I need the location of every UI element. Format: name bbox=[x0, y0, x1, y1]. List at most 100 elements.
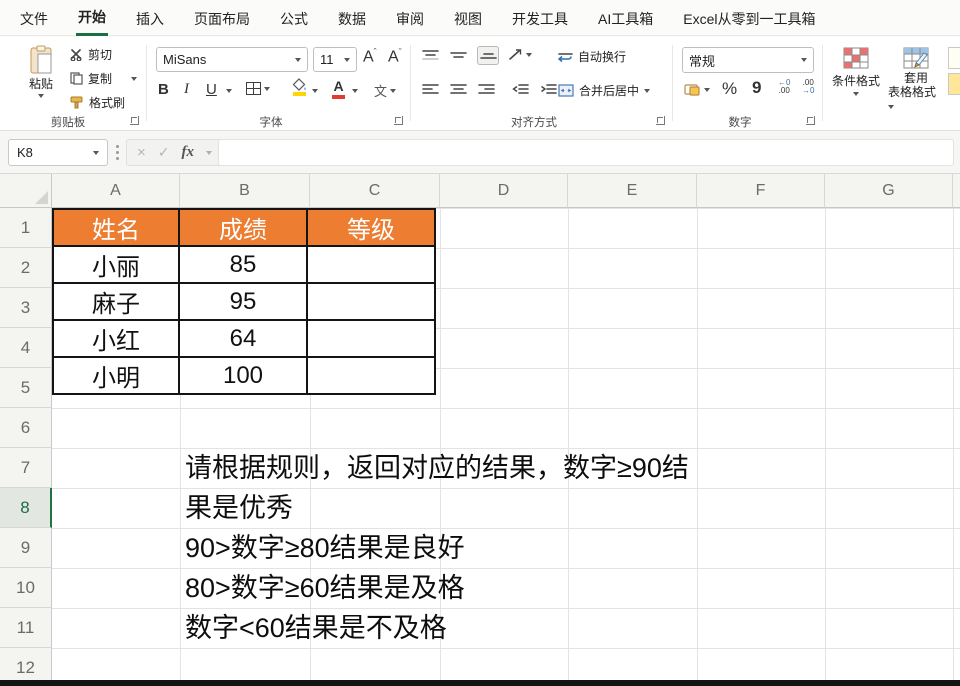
chevron-down-icon bbox=[206, 150, 212, 155]
accounting-format-button[interactable] bbox=[684, 83, 710, 96]
row-header-4[interactable]: 4 bbox=[0, 328, 52, 368]
cell-a4[interactable]: 小红 bbox=[52, 319, 180, 358]
increase-indent-button[interactable] bbox=[540, 83, 557, 95]
menu-tab-developer[interactable]: 开发工具 bbox=[510, 1, 570, 35]
format-painter-button[interactable]: 格式刷 bbox=[70, 94, 125, 111]
row-header-9[interactable]: 9 bbox=[0, 528, 52, 568]
font-size-select[interactable]: 11 bbox=[313, 47, 357, 72]
menu-tab-excel-toolbox[interactable]: Excel从零到一工具箱 bbox=[681, 1, 817, 35]
select-all-corner[interactable] bbox=[0, 174, 52, 208]
paste-button[interactable]: 粘贴 bbox=[18, 45, 64, 98]
borders-button[interactable] bbox=[246, 82, 270, 95]
cell-c3[interactable] bbox=[306, 282, 436, 321]
row-header-1[interactable]: 1 bbox=[0, 208, 52, 248]
font-name-select[interactable]: MiSans bbox=[156, 47, 308, 72]
row-header-11[interactable]: 11 bbox=[0, 608, 52, 648]
shrink-font-button[interactable]: Aˇ bbox=[388, 47, 402, 66]
cell-c1[interactable]: 等级 bbox=[306, 208, 436, 247]
cell-styles-gallery-partial[interactable] bbox=[948, 47, 960, 95]
column-header-c[interactable]: C bbox=[310, 174, 440, 208]
cell-a1[interactable]: 姓名 bbox=[52, 208, 180, 247]
wrap-text-button[interactable]: 自动换行 bbox=[558, 48, 626, 65]
row-header-5[interactable]: 5 bbox=[0, 368, 52, 408]
valign-middle-button[interactable] bbox=[450, 49, 467, 61]
italic-button[interactable]: I bbox=[184, 81, 189, 98]
menu-tab-home[interactable]: 开始 bbox=[76, 0, 108, 36]
underline-button[interactable]: U bbox=[206, 81, 217, 98]
formula-cancel-button[interactable]: × bbox=[137, 144, 146, 161]
menu-tab-insert[interactable]: 插入 bbox=[134, 1, 166, 35]
fill-color-swatch bbox=[293, 92, 306, 96]
row-header-6[interactable]: 6 bbox=[0, 408, 52, 448]
font-dialog-launcher-icon[interactable] bbox=[394, 116, 403, 125]
note-line: 请根据规则，返回对应的结果，数字≥90结 bbox=[185, 453, 689, 483]
format-as-table-button[interactable]: 套用 表格格式 bbox=[888, 47, 944, 113]
cell-b4[interactable]: 64 bbox=[178, 319, 308, 358]
cell-b5[interactable]: 100 bbox=[178, 356, 308, 395]
insert-function-button[interactable]: fx bbox=[182, 144, 195, 161]
note-line: 90>数字≥80结果是良好 bbox=[185, 533, 465, 563]
cell-b3[interactable]: 95 bbox=[178, 282, 308, 321]
increase-decimal-button[interactable]: ←0 .00 bbox=[778, 79, 790, 95]
menu-tab-file[interactable]: 文件 bbox=[18, 1, 50, 35]
rules-note-text: 请根据规则，返回对应的结果，数字≥90结 果是优秀 90>数字≥80结果是良好 … bbox=[185, 448, 689, 648]
align-left-button[interactable] bbox=[422, 83, 439, 95]
row-header-3[interactable]: 3 bbox=[0, 288, 52, 328]
cell-b1[interactable]: 成绩 bbox=[178, 208, 308, 247]
row-headers: 1 2 3 4 5 6 7 8 9 10 11 12 bbox=[0, 208, 52, 680]
percent-style-button[interactable]: % bbox=[722, 79, 737, 99]
fill-color-button[interactable] bbox=[292, 78, 307, 96]
decrease-indent-button[interactable] bbox=[512, 83, 529, 95]
name-box[interactable]: K8 bbox=[8, 139, 108, 166]
column-header-f[interactable]: F bbox=[697, 174, 825, 208]
formula-input[interactable] bbox=[218, 139, 954, 166]
row-header-10[interactable]: 10 bbox=[0, 568, 52, 608]
bold-button[interactable]: B bbox=[158, 81, 169, 98]
column-header-b[interactable]: B bbox=[180, 174, 310, 208]
number-format-select[interactable]: 常规 bbox=[682, 47, 814, 73]
cell-a2[interactable]: 小丽 bbox=[52, 245, 180, 284]
cut-button[interactable]: 剪切 bbox=[70, 46, 112, 63]
conditional-formatting-button[interactable]: 条件格式 bbox=[828, 47, 884, 96]
row-header-2[interactable]: 2 bbox=[0, 248, 52, 288]
menu-tab-data[interactable]: 数据 bbox=[336, 1, 368, 35]
menu-tab-ai-toolbox[interactable]: AI工具箱 bbox=[596, 1, 655, 35]
row-header-7[interactable]: 7 bbox=[0, 448, 52, 488]
row-header-12[interactable]: 12 bbox=[0, 648, 52, 680]
menu-tab-view[interactable]: 视图 bbox=[452, 1, 484, 35]
copy-button[interactable]: 复制 bbox=[70, 70, 138, 87]
cell-b2[interactable]: 85 bbox=[178, 245, 308, 284]
name-box-resize-handle[interactable] bbox=[116, 145, 119, 160]
alignment-dialog-launcher-icon[interactable] bbox=[656, 116, 665, 125]
text-orientation-button[interactable] bbox=[508, 49, 532, 61]
formula-enter-button[interactable]: ✓ bbox=[158, 144, 170, 161]
cell-c4[interactable] bbox=[306, 319, 436, 358]
column-header-e[interactable]: E bbox=[568, 174, 697, 208]
menu-tab-review[interactable]: 审阅 bbox=[394, 1, 426, 35]
merge-center-button[interactable]: 合并后居中 bbox=[558, 82, 651, 99]
valign-top-button[interactable] bbox=[422, 49, 439, 61]
decrease-decimal-button[interactable]: .00 →0 bbox=[802, 79, 814, 95]
phonetic-guide-button[interactable]: 文 bbox=[374, 81, 397, 100]
valign-bottom-button[interactable] bbox=[477, 46, 499, 65]
comma-style-button[interactable]: 9 bbox=[752, 78, 761, 98]
cell-a5[interactable]: 小明 bbox=[52, 356, 180, 395]
grow-font-button[interactable]: Aˆ bbox=[363, 47, 377, 66]
number-dialog-launcher-icon[interactable] bbox=[806, 116, 815, 125]
column-headers: A B C D E F G bbox=[52, 174, 960, 208]
menu-tab-formulas[interactable]: 公式 bbox=[278, 1, 310, 35]
grow-font-icon: Aˆ bbox=[363, 47, 377, 66]
cell-c2[interactable] bbox=[306, 245, 436, 284]
clipboard-dialog-launcher-icon[interactable] bbox=[130, 116, 139, 125]
cell-a3[interactable]: 麻子 bbox=[52, 282, 180, 321]
row-header-8-selected[interactable]: 8 bbox=[0, 488, 52, 528]
column-header-a[interactable]: A bbox=[52, 174, 180, 208]
menu-tab-page-layout[interactable]: 页面布局 bbox=[192, 1, 252, 35]
font-color-button[interactable]: A bbox=[332, 78, 345, 99]
column-header-g[interactable]: G bbox=[825, 174, 953, 208]
cell-area[interactable]: 姓名 成绩 等级 小丽 85 麻子 95 小红 64 小明 100 请根据规则，… bbox=[52, 208, 960, 680]
column-header-d[interactable]: D bbox=[440, 174, 568, 208]
cell-c5[interactable] bbox=[306, 356, 436, 395]
align-center-button[interactable] bbox=[450, 83, 467, 95]
align-right-button[interactable] bbox=[478, 83, 495, 95]
